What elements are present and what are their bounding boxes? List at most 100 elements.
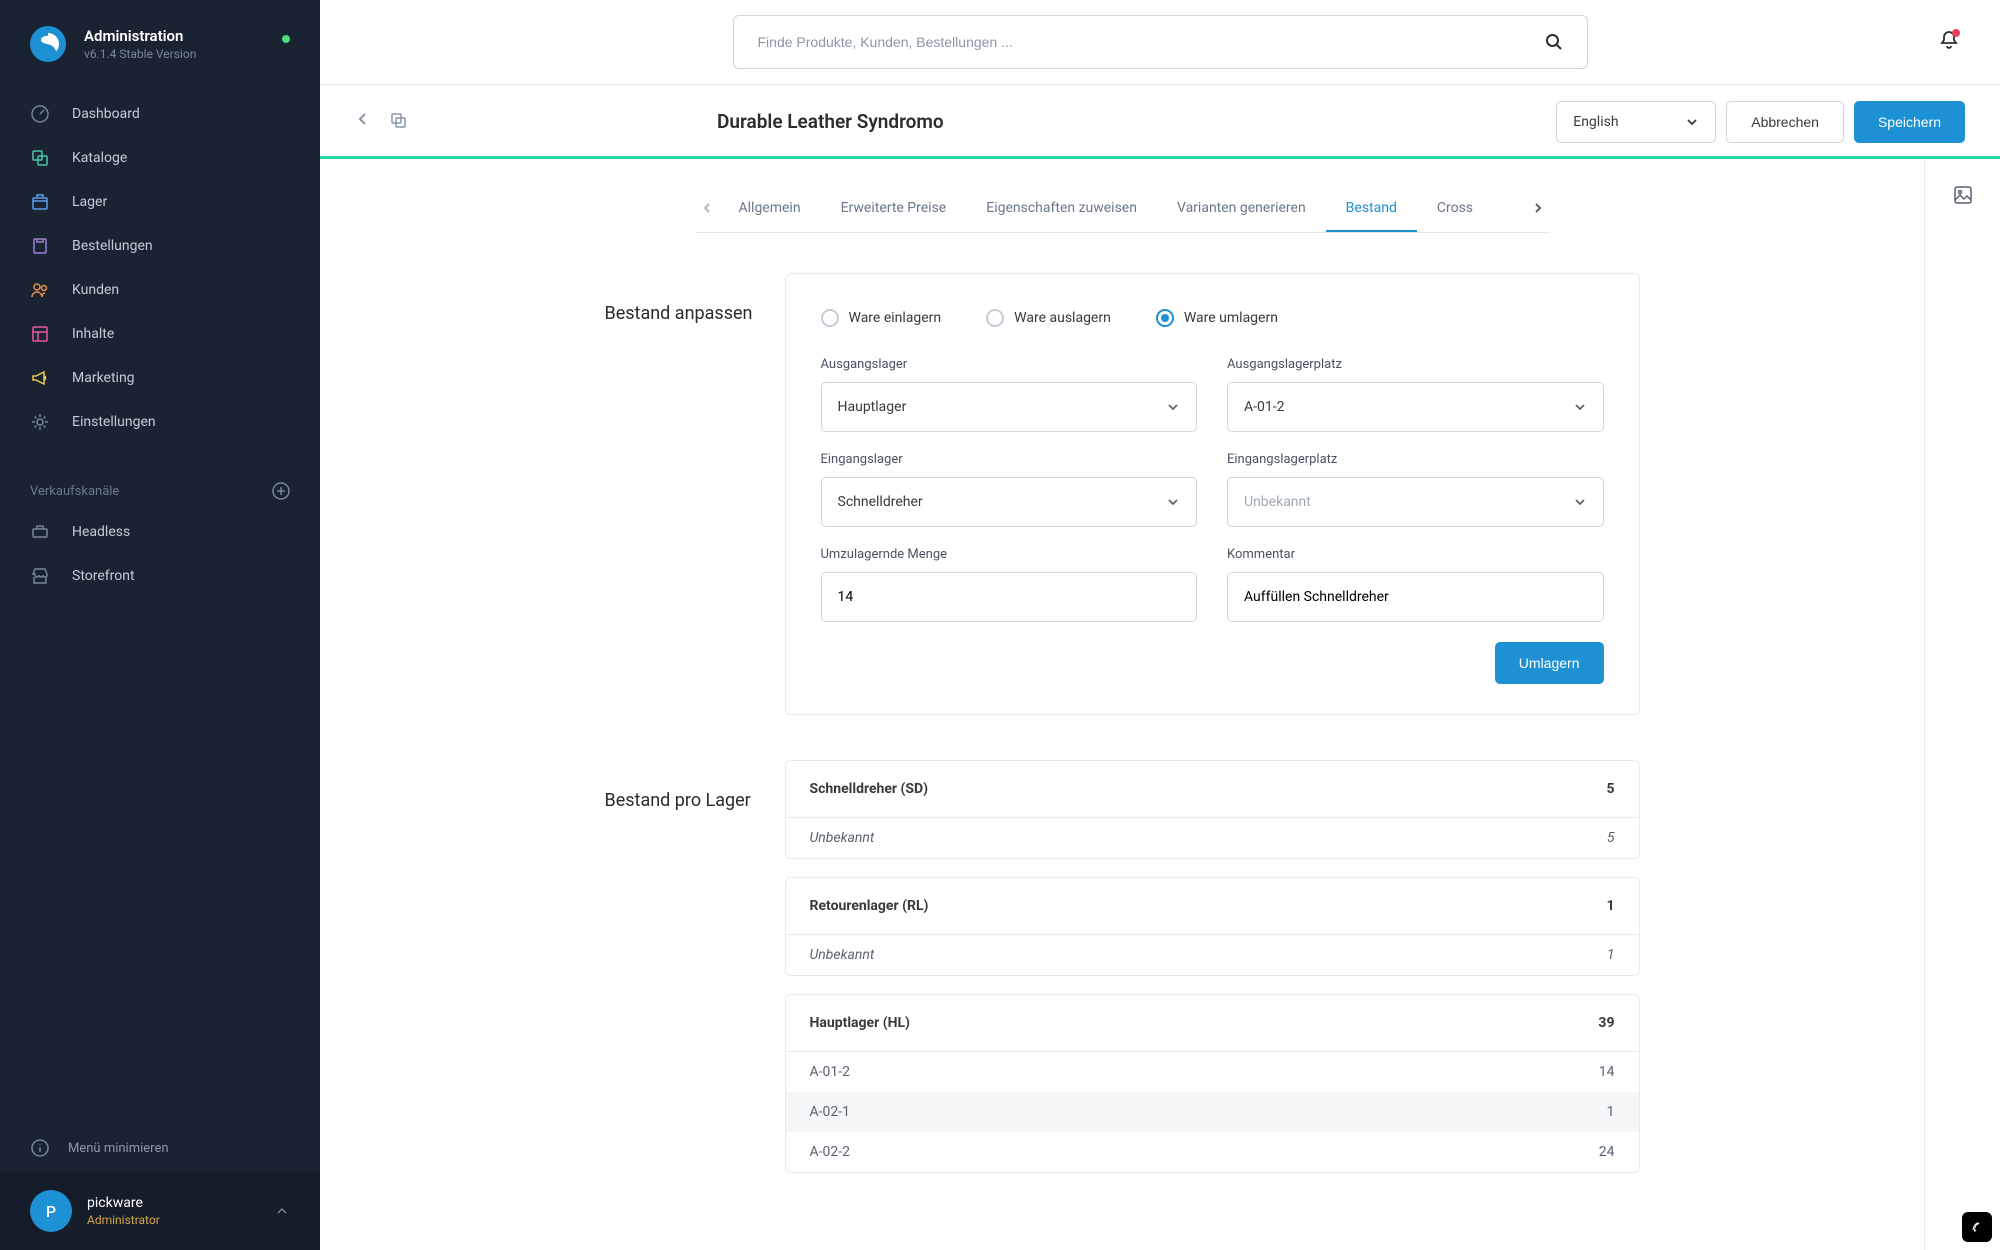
stock-card-header: Retourenlager (RL)1 <box>786 878 1639 935</box>
saleschannels-header: Verkaufskanäle <box>0 454 320 510</box>
nav-label: Marketing <box>72 370 135 386</box>
sidebar-header: Administration v6.1.4 Stable Version <box>0 0 320 82</box>
tab-bestand[interactable]: Bestand <box>1326 184 1417 232</box>
nav-customers[interactable]: Kunden <box>0 268 320 312</box>
select-value: A-01-2 <box>1244 399 1284 415</box>
nav-settings[interactable]: Einstellungen <box>0 400 320 444</box>
stock-row: A-02-2 24 <box>786 1132 1639 1172</box>
label-dest-bin: Eingangslagerplatz <box>1227 452 1604 467</box>
notification-dot-icon <box>1952 29 1960 37</box>
notifications-button[interactable] <box>1938 29 1960 55</box>
transfer-button[interactable]: Umlagern <box>1495 642 1604 684</box>
stock-card-header: Hauptlager (HL) 39 <box>786 995 1639 1052</box>
section-title-stock: Bestand pro Lager <box>605 760 785 1173</box>
section-title-adjust: Bestand anpassen <box>605 273 785 715</box>
orders-icon <box>30 236 50 256</box>
bin-qty: 5 <box>1607 830 1615 846</box>
saleschannel-headless[interactable]: Headless <box>0 510 320 554</box>
warehouse-name: Schnelldreher (SD) <box>810 781 929 797</box>
label-source-bin: Ausgangslagerplatz <box>1227 357 1604 372</box>
label-dest-wh: Eingangslager <box>821 452 1198 467</box>
main-nav: Dashboard Kataloge Lager Bestellungen Ku… <box>0 82 320 454</box>
tab-allgemein[interactable]: Allgemein <box>719 184 821 232</box>
radio-transfer[interactable]: Ware umlagern <box>1156 309 1278 327</box>
select-source-wh[interactable]: Hauptlager <box>821 382 1198 432</box>
radio-icon <box>986 309 1004 327</box>
admin-title: Administration <box>84 27 196 45</box>
stock-row: Unbekannt1 <box>786 935 1639 975</box>
stock-row: Unbekannt5 <box>786 818 1639 858</box>
save-button[interactable]: Speichern <box>1854 101 1965 143</box>
radio-outbound[interactable]: Ware auslagern <box>986 309 1111 327</box>
nav-label: Inhalte <box>72 326 114 342</box>
stock-row: A-02-11 <box>786 1092 1639 1132</box>
image-icon[interactable] <box>1952 184 1974 1250</box>
search-icon <box>1545 33 1563 51</box>
tabs-prev-icon[interactable] <box>695 202 719 214</box>
symfony-debug-icon[interactable] <box>1962 1212 1992 1242</box>
tab-erweiterte-preise[interactable]: Erweiterte Preise <box>821 184 967 232</box>
stock-card-header: Schnelldreher (SD) 5 <box>786 761 1639 818</box>
bin-name: A-02-2 <box>810 1144 850 1160</box>
pagebar: Durable Leather Syndromo English Abbrech… <box>320 85 2000 159</box>
warehouse-total: 39 <box>1598 1015 1614 1031</box>
radio-label: Ware auslagern <box>1014 310 1111 326</box>
content-icon <box>30 324 50 344</box>
minimize-menu[interactable]: Menü minimieren <box>0 1124 320 1172</box>
input-comment[interactable] <box>1227 572 1604 622</box>
add-saleschannel-icon[interactable] <box>272 482 290 500</box>
duplicate-icon[interactable] <box>389 111 407 133</box>
saleschannels-label: Verkaufskanäle <box>30 484 119 499</box>
minimize-label: Menü minimieren <box>68 1141 169 1156</box>
nav-catalogs[interactable]: Kataloge <box>0 136 320 180</box>
user-name: pickware <box>87 1195 274 1211</box>
nav-label: Bestellungen <box>72 238 153 254</box>
label-qty: Umzulagernde Menge <box>821 547 1198 562</box>
nav-marketing[interactable]: Marketing <box>0 356 320 400</box>
stock-row: A-01-214 <box>786 1052 1639 1092</box>
select-value: Schnelldreher <box>838 494 923 510</box>
input-qty[interactable] <box>821 572 1198 622</box>
radio-icon <box>1156 309 1174 327</box>
tab-varianten-generieren[interactable]: Varianten generieren <box>1157 184 1326 232</box>
catalog-icon <box>30 148 50 168</box>
radio-label: Ware umlagern <box>1184 310 1278 326</box>
language-value: English <box>1573 114 1618 130</box>
language-select[interactable]: English <box>1556 101 1716 143</box>
dashboard-icon <box>30 104 50 124</box>
marketing-icon <box>30 368 50 388</box>
warehouse-total: 5 <box>1606 781 1614 797</box>
saleschannel-label: Headless <box>72 524 130 540</box>
radio-inbound[interactable]: Ware einlagern <box>821 309 942 327</box>
select-source-bin[interactable]: A-01-2 <box>1227 382 1604 432</box>
nav-warehouse[interactable]: Lager <box>0 180 320 224</box>
topbar <box>320 0 2000 85</box>
warehouse-name: Hauptlager (HL) <box>810 1015 910 1031</box>
admin-version: v6.1.4 Stable Version <box>84 47 196 61</box>
search-input[interactable] <box>758 34 1545 50</box>
cancel-button[interactable]: Abbrechen <box>1726 101 1844 143</box>
user-menu[interactable]: P pickware Administrator <box>0 1172 320 1250</box>
back-icon[interactable] <box>355 111 371 133</box>
nav-dashboard[interactable]: Dashboard <box>0 92 320 136</box>
nav-label: Lager <box>72 194 107 210</box>
storefront-icon <box>30 566 50 586</box>
stock-card: Hauptlager (HL) 39 A-01-214A-02-11 A-02-2 24 <box>785 994 1640 1173</box>
select-dest-wh[interactable]: Schnelldreher <box>821 477 1198 527</box>
nav-orders[interactable]: Bestellungen <box>0 224 320 268</box>
warehouse-name: Retourenlager (RL) <box>810 898 929 914</box>
user-role: Administrator <box>87 1213 274 1227</box>
bin-qty: 1 <box>1607 947 1615 963</box>
tabs-next-icon[interactable] <box>1526 202 1550 214</box>
bin-qty: 24 <box>1599 1144 1615 1160</box>
app-logo-icon <box>30 26 66 62</box>
nav-content[interactable]: Inhalte <box>0 312 320 356</box>
content-area: AllgemeinErweiterte PreiseEigenschaften … <box>320 159 1924 1250</box>
settings-icon <box>30 412 50 432</box>
tab-eigenschaften-zuweisen[interactable]: Eigenschaften zuweisen <box>966 184 1157 232</box>
search-field[interactable] <box>733 15 1588 69</box>
tab-cross[interactable]: Cross <box>1417 184 1493 232</box>
headless-icon <box>30 522 50 542</box>
saleschannel-storefront[interactable]: Storefront <box>0 554 320 598</box>
select-dest-bin[interactable]: Unbekannt <box>1227 477 1604 527</box>
